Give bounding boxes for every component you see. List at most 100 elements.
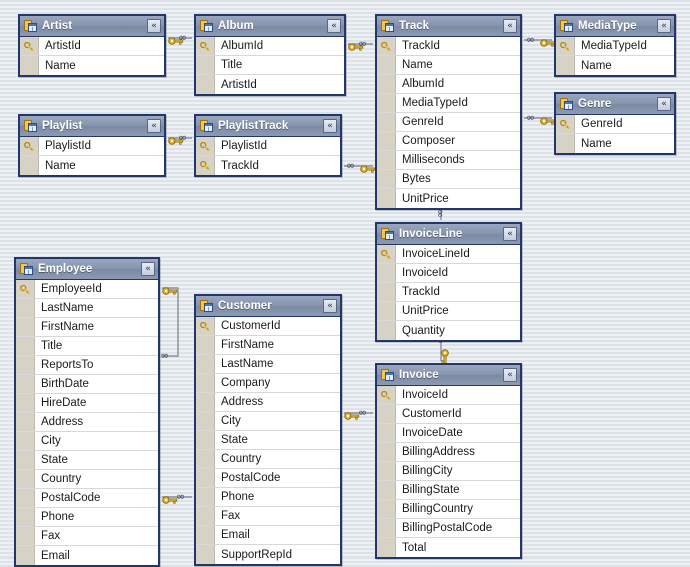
table-header-employee[interactable]: Employee « [16, 259, 158, 280]
table-row[interactable]: InvoiceLineId [377, 245, 520, 264]
table-row[interactable]: GenreId [556, 115, 674, 134]
table-row[interactable]: AlbumId [377, 75, 520, 94]
table-row[interactable]: Country [16, 470, 158, 489]
table-header-playlisttrack[interactable]: PlaylistTrack « [196, 116, 340, 137]
collapse-chevron-icon[interactable]: « [503, 19, 517, 33]
diagram-canvas[interactable]: ∞∞∞∞∞∞∞∞∞∞∞ Artist«ArtistIdNameAlbum«Alb… [0, 0, 690, 567]
table-header-artist[interactable]: Artist « [20, 16, 164, 37]
table-row[interactable]: MediaTypeId [377, 94, 520, 113]
table-header-track[interactable]: Track « [377, 16, 520, 37]
collapse-chevron-icon[interactable]: « [503, 368, 517, 382]
table-row[interactable]: InvoiceId [377, 386, 520, 405]
table-header-playlist[interactable]: Playlist « [20, 116, 164, 137]
collapse-chevron-icon[interactable]: « [503, 227, 517, 241]
table-row[interactable]: PlaylistId [20, 137, 164, 156]
table-row[interactable]: Name [556, 56, 674, 75]
collapse-chevron-icon[interactable]: « [657, 97, 671, 111]
table-invoiceline[interactable]: InvoiceLine « InvoiceLineId InvoiceId TrackI… [375, 222, 522, 342]
table-row[interactable]: Address [16, 413, 158, 432]
table-header-invoiceline[interactable]: InvoiceLine « [377, 224, 520, 245]
table-row[interactable]: GenreId [377, 113, 520, 132]
table-row[interactable]: TrackId [196, 156, 340, 175]
collapse-chevron-icon[interactable]: « [657, 19, 671, 33]
table-row[interactable]: PlaylistId [196, 137, 340, 156]
table-row[interactable]: ReportsTo [16, 356, 158, 375]
collapse-chevron-icon[interactable]: « [147, 19, 161, 33]
collapse-chevron-icon[interactable]: « [147, 119, 161, 133]
table-row[interactable]: Fax [16, 527, 158, 546]
table-row[interactable]: PostalCode [196, 469, 340, 488]
table-row[interactable]: ArtistId [196, 75, 344, 94]
table-row[interactable]: Total [377, 538, 520, 557]
table-row[interactable]: BillingAddress [377, 443, 520, 462]
relationship-line[interactable] [162, 287, 179, 357]
table-row[interactable]: Email [16, 546, 158, 565]
row-gutter [377, 151, 396, 169]
table-playlisttrack[interactable]: PlaylistTrack « PlaylistId TrackId [194, 114, 342, 177]
collapse-chevron-icon[interactable]: « [323, 119, 337, 133]
table-row[interactable]: InvoiceId [377, 264, 520, 283]
collapse-chevron-icon[interactable]: « [323, 299, 337, 313]
table-artist[interactable]: Artist « ArtistId Name [18, 14, 166, 77]
table-row[interactable]: PostalCode [16, 489, 158, 508]
table-row[interactable]: FirstName [196, 336, 340, 355]
table-row[interactable]: HireDate [16, 394, 158, 413]
table-row[interactable]: Title [16, 337, 158, 356]
table-row[interactable]: TrackId [377, 283, 520, 302]
table-row[interactable]: CustomerId [196, 317, 340, 336]
table-album[interactable]: Album « AlbumId Title ArtistId [194, 14, 346, 96]
table-row[interactable]: State [196, 431, 340, 450]
table-row[interactable]: BillingPostalCode [377, 519, 520, 538]
table-row[interactable]: UnitPrice [377, 189, 520, 208]
table-header-mediatype[interactable]: MediaType « [556, 16, 674, 37]
table-row[interactable]: Name [556, 134, 674, 153]
table-row[interactable]: Name [377, 56, 520, 75]
table-row[interactable]: BillingCountry [377, 500, 520, 519]
table-row[interactable]: Phone [16, 508, 158, 527]
table-row[interactable]: LastName [196, 355, 340, 374]
table-row[interactable]: MediaTypeId [556, 37, 674, 56]
table-header-customer[interactable]: Customer « [196, 296, 340, 317]
table-row[interactable]: Fax [196, 507, 340, 526]
table-row[interactable]: ArtistId [20, 37, 164, 56]
table-row[interactable]: BillingCity [377, 462, 520, 481]
table-row[interactable]: BirthDate [16, 375, 158, 394]
table-row[interactable]: State [16, 451, 158, 470]
table-row[interactable]: Phone [196, 488, 340, 507]
table-row[interactable]: TrackId [377, 37, 520, 56]
table-row[interactable]: Name [20, 156, 164, 175]
table-track[interactable]: Track « TrackId Name AlbumId MediaTypeId Genre… [375, 14, 522, 210]
table-row[interactable]: Bytes [377, 170, 520, 189]
table-invoice[interactable]: Invoice « InvoiceId CustomerId InvoiceDate Bi… [375, 363, 522, 559]
table-row[interactable]: Title [196, 56, 344, 75]
table-row[interactable]: Address [196, 393, 340, 412]
table-row[interactable]: Email [196, 526, 340, 545]
table-row[interactable]: Name [20, 56, 164, 75]
table-row[interactable]: Country [196, 450, 340, 469]
table-row[interactable]: UnitPrice [377, 302, 520, 321]
table-header-invoice[interactable]: Invoice « [377, 365, 520, 386]
table-row[interactable]: InvoiceDate [377, 424, 520, 443]
table-customer[interactable]: Customer « CustomerId FirstName LastName Comp… [194, 294, 342, 566]
table-row[interactable]: CustomerId [377, 405, 520, 424]
table-row[interactable]: FirstName [16, 318, 158, 337]
table-row[interactable]: AlbumId [196, 37, 344, 56]
table-row[interactable]: City [196, 412, 340, 431]
table-header-genre[interactable]: Genre « [556, 94, 674, 115]
table-playlist[interactable]: Playlist « PlaylistId Name [18, 114, 166, 177]
table-row[interactable]: Milliseconds [377, 151, 520, 170]
table-row[interactable]: Quantity [377, 321, 520, 340]
table-row[interactable]: City [16, 432, 158, 451]
table-row[interactable]: BillingState [377, 481, 520, 500]
table-row[interactable]: EmployeeId [16, 280, 158, 299]
table-row[interactable]: Composer [377, 132, 520, 151]
collapse-chevron-icon[interactable]: « [327, 19, 341, 33]
table-row[interactable]: Company [196, 374, 340, 393]
table-employee[interactable]: Employee « EmployeeId LastName FirstName Titl… [14, 257, 160, 567]
collapse-chevron-icon[interactable]: « [141, 262, 155, 276]
table-mediatype[interactable]: MediaType « MediaTypeId Name [554, 14, 676, 77]
table-row[interactable]: SupportRepId [196, 545, 340, 564]
table-genre[interactable]: Genre « GenreId Name [554, 92, 676, 155]
table-row[interactable]: LastName [16, 299, 158, 318]
table-header-album[interactable]: Album « [196, 16, 344, 37]
